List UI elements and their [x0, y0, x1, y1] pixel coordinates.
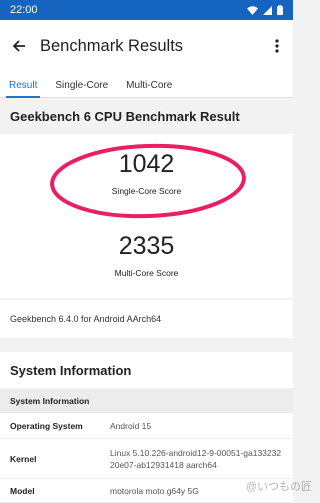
wifi-icon [247, 6, 258, 15]
status-icons [247, 5, 283, 15]
multi-core-score-value: 2335 [0, 232, 293, 261]
back-button[interactable] [2, 20, 36, 72]
multi-core-score-label: Multi-Core Score [0, 268, 293, 278]
arrow-back-icon [12, 39, 26, 53]
multi-core-score-block: 2335 Multi-Core Score [0, 232, 293, 278]
more-options-button[interactable] [265, 20, 289, 72]
battery-icon [277, 5, 283, 15]
system-info-value: Android 15 [110, 420, 283, 432]
tab-single-core[interactable]: Single-Core [46, 72, 117, 98]
system-info-key: Model [10, 486, 110, 496]
system-info-value: Linux 5.10.226-android12-9-00051-ga13323… [110, 447, 283, 471]
tab-bar: Result Single-Core Multi-Core [0, 72, 293, 98]
table-row: Kernel Linux 5.10.226-android12-9-00051-… [0, 439, 293, 479]
status-bar: 22:00 [0, 0, 293, 20]
watermark: @いつもの匠 [246, 478, 312, 494]
system-info-key: Kernel [10, 454, 110, 464]
status-time: 22:00 [10, 4, 38, 16]
tab-multi-core[interactable]: Multi-Core [117, 72, 181, 98]
page-title: Benchmark Results [40, 37, 265, 56]
version-info: Geekbench 6.4.0 for Android AArch64 [0, 300, 293, 338]
highlight-ellipse [48, 141, 248, 221]
signal-icon [263, 6, 272, 15]
app-bar: Benchmark Results [0, 20, 293, 72]
tab-result[interactable]: Result [0, 72, 46, 98]
result-heading: Geekbench 6 CPU Benchmark Result [0, 99, 293, 133]
more-vert-icon [275, 39, 279, 53]
system-info-title: System Information [0, 352, 293, 388]
table-row: Operating System Android 15 [0, 413, 293, 439]
system-info-subheader: System Information [0, 389, 293, 413]
system-info-key: Operating System [10, 421, 110, 431]
